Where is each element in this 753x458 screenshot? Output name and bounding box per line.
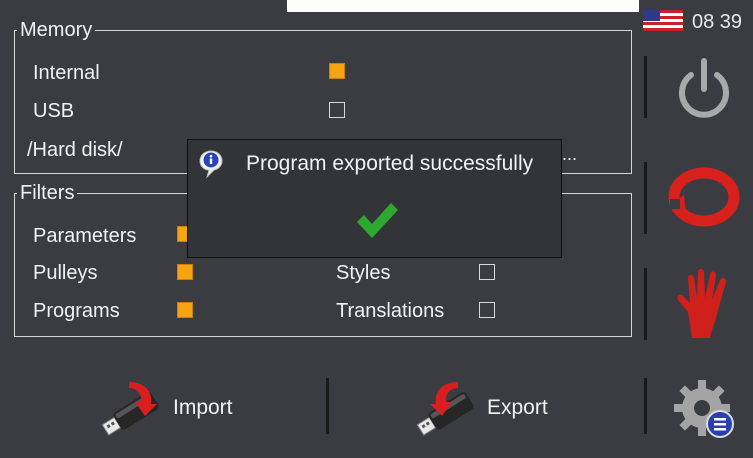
info-icon — [199, 150, 223, 178]
us-flag-icon — [643, 10, 683, 31]
memory-usb-checkbox[interactable] — [329, 102, 345, 118]
power-icon — [679, 58, 729, 118]
filter-pulleys-checkbox[interactable] — [177, 264, 193, 280]
bottom-separator — [326, 378, 329, 434]
filter-styles-label: Styles — [336, 262, 391, 284]
settings-button[interactable] — [672, 378, 738, 442]
refresh-icon — [668, 167, 740, 227]
memory-usb-label: USB — [33, 100, 75, 122]
settings-icon — [674, 380, 734, 438]
export-button[interactable]: Export — [410, 378, 580, 440]
memory-legend: Memory — [20, 19, 93, 41]
memory-internal-label: Internal — [33, 62, 100, 84]
side-separator — [644, 162, 647, 234]
export-label: Export — [487, 396, 548, 419]
checkmark-icon — [357, 203, 398, 238]
stop-hand-icon — [677, 269, 727, 338]
filters-legend: Filters — [20, 182, 75, 204]
side-separator — [644, 56, 647, 118]
import-button[interactable]: Import — [95, 378, 265, 440]
bottom-separator — [644, 378, 647, 434]
dialog-message: Program exported successfully — [246, 152, 534, 175]
usb-import-icon — [101, 382, 159, 436]
refresh-button[interactable] — [666, 165, 742, 229]
filter-programs-label: Programs — [33, 300, 120, 322]
power-button[interactable] — [672, 55, 736, 123]
filter-programs-checkbox[interactable] — [177, 302, 193, 318]
usb-export-icon — [416, 382, 474, 436]
export-success-dialog: Program exported successfully — [187, 139, 562, 258]
import-label: Import — [173, 396, 233, 419]
filter-parameters-label: Parameters — [33, 225, 137, 247]
filter-styles-checkbox[interactable] — [479, 264, 495, 280]
memory-internal-checkbox[interactable] — [329, 63, 345, 79]
clock-time: 08 39 — [692, 11, 743, 33]
memory-path-ellipsis: ... — [562, 144, 578, 164]
memory-path: /Hard disk/ — [27, 139, 123, 161]
stop-button[interactable] — [672, 268, 736, 340]
top-strip — [287, 0, 639, 12]
filter-pulleys-label: Pulleys — [33, 262, 98, 284]
filter-translations-label: Translations — [336, 300, 445, 322]
side-separator — [644, 268, 647, 340]
filter-translations-checkbox[interactable] — [479, 302, 495, 318]
